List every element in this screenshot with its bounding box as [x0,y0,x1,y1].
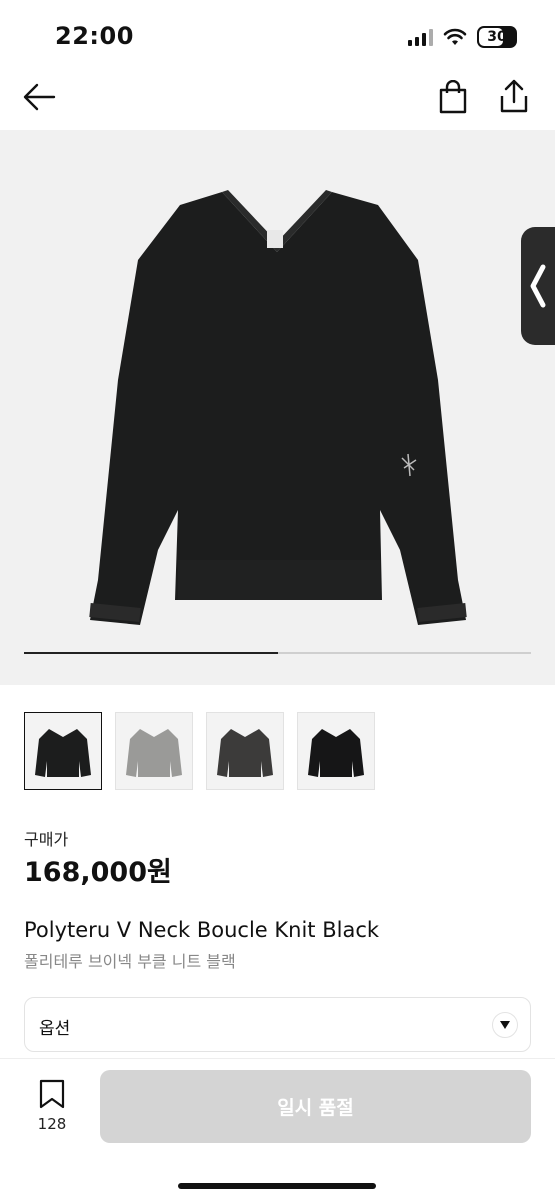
product-image[interactable] [0,130,555,685]
thumbnail-charcoal-sweater[interactable] [206,712,284,790]
wishlist-button[interactable]: 128 [24,1079,80,1133]
battery-level: 30 [487,29,507,45]
bottom-action-bar: 128 일시 품절 [0,1058,555,1200]
chevron-left-icon [530,264,546,308]
dropdown-arrow-icon[interactable] [492,1012,518,1038]
thumbnail-strip [24,712,375,790]
thumbnail-black-sweater[interactable] [24,712,102,790]
status-time: 22:00 [55,22,134,50]
shopping-bag-icon[interactable] [438,80,468,114]
bookmark-icon [39,1079,65,1109]
top-nav [0,70,555,130]
option-select[interactable]: 옵션 [24,997,531,1052]
status-icons: 30 [408,26,517,48]
gallery-progress-fill [24,652,278,654]
signal-icon [408,28,433,46]
thumbnail-black-sweater-alt[interactable] [297,712,375,790]
side-panel-tab[interactable] [521,227,555,345]
wifi-icon [443,28,467,45]
battery-icon: 30 [477,26,517,48]
price-value: 168,000원 [24,857,172,888]
status-bar: 22:00 30 [0,0,555,70]
product-subtitle: 폴리테루 브이넥 부클 니트 블랙 [24,952,236,971]
option-label: 옵션 [39,1019,71,1039]
home-indicator [178,1183,376,1189]
arrow-left-icon[interactable] [22,82,56,112]
sweater-image [89,190,467,625]
share-icon[interactable] [498,78,530,114]
gallery-progress [24,652,531,654]
thumbnail-grey-sweater[interactable] [115,712,193,790]
product-name: Polyteru V Neck Boucle Knit Black [24,918,380,942]
price-label: 구매가 [24,830,69,849]
wishlist-count: 128 [37,1115,67,1133]
sold-out-button[interactable]: 일시 품절 [100,1070,531,1143]
